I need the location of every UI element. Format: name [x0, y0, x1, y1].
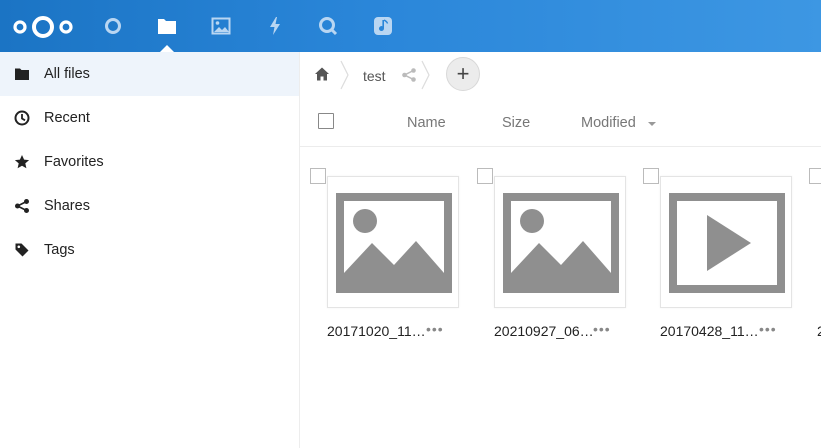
image-placeholder-icon	[503, 193, 619, 293]
file-actions-menu-icon[interactable]: •••	[759, 321, 777, 337]
file-name[interactable]: 20210927_06…	[494, 323, 599, 339]
file-name[interactable]: 20170428_11…	[660, 323, 765, 339]
column-header-size[interactable]: Size	[502, 115, 530, 131]
search-app-icon[interactable]	[316, 14, 340, 38]
sidebar-item-favorites[interactable]: Favorites	[0, 140, 299, 184]
file-tile[interactable]: 20170428_11… •••	[643, 168, 793, 348]
file-thumbnail[interactable]	[327, 176, 459, 308]
file-select-checkbox[interactable]	[310, 168, 326, 184]
top-header-bar	[0, 0, 821, 52]
image-placeholder-icon	[336, 193, 452, 293]
share-icon	[15, 199, 29, 213]
column-header-modified[interactable]: Modified	[581, 115, 636, 131]
file-name[interactable]: 20171020_11…	[327, 323, 432, 339]
music-app-note-icon[interactable]	[371, 14, 395, 38]
file-tile[interactable]: 20210927_06… •••	[477, 168, 627, 348]
sidebar-item-recent[interactable]: Recent	[0, 96, 299, 140]
sidebar-item-label: Recent	[44, 110, 90, 126]
clock-icon	[14, 110, 30, 126]
file-thumbnail[interactable]	[494, 176, 626, 308]
file-thumbnail[interactable]	[660, 176, 792, 308]
star-icon	[14, 155, 30, 169]
file-name[interactable]: 2	[817, 323, 821, 339]
sidebar-item-label: All files	[44, 66, 90, 82]
file-select-checkbox[interactable]	[809, 168, 821, 184]
home-icon[interactable]	[314, 66, 330, 82]
file-list-header: Name Size Modified	[300, 98, 821, 147]
dashboard-app-icon[interactable]	[101, 14, 125, 38]
file-select-checkbox[interactable]	[477, 168, 493, 184]
breadcrumb-separator-icon	[421, 60, 430, 90]
select-all-checkbox[interactable]	[318, 113, 334, 129]
new-file-add-button[interactable]: +	[446, 57, 480, 91]
file-actions-menu-icon[interactable]: •••	[426, 321, 444, 337]
file-tile-partial[interactable]: 2	[808, 168, 821, 348]
breadcrumb-separator-icon	[340, 60, 349, 90]
breadcrumb-current-folder[interactable]: test	[363, 68, 386, 84]
sidebar-item-all-files[interactable]: All files	[0, 52, 299, 96]
video-play-icon	[669, 193, 785, 293]
sidebar-item-label: Shares	[44, 198, 90, 214]
app-navigation-sidebar: All files Recent Favorites Shares Tags	[0, 52, 300, 448]
share-icon[interactable]	[401, 67, 417, 83]
sidebar-item-label: Tags	[44, 242, 75, 258]
file-tile[interactable]: 20171020_11… •••	[310, 168, 460, 348]
folder-icon	[15, 68, 29, 80]
activity-app-lightning-icon[interactable]	[263, 14, 287, 38]
nextcloud-logo-icon[interactable]	[12, 14, 74, 40]
file-select-checkbox[interactable]	[643, 168, 659, 184]
active-app-indicator	[160, 45, 174, 52]
sort-descending-icon[interactable]	[648, 122, 656, 126]
sidebar-item-label: Favorites	[44, 154, 104, 170]
files-app-folder-icon[interactable]	[155, 14, 179, 38]
breadcrumb: test	[300, 52, 821, 98]
tag-icon	[15, 243, 29, 257]
file-actions-menu-icon[interactable]: •••	[593, 321, 611, 337]
sidebar-item-shares[interactable]: Shares	[0, 184, 299, 228]
column-header-name[interactable]: Name	[407, 115, 446, 131]
photos-app-image-icon[interactable]	[209, 14, 233, 38]
sidebar-item-tags[interactable]: Tags	[0, 228, 299, 272]
